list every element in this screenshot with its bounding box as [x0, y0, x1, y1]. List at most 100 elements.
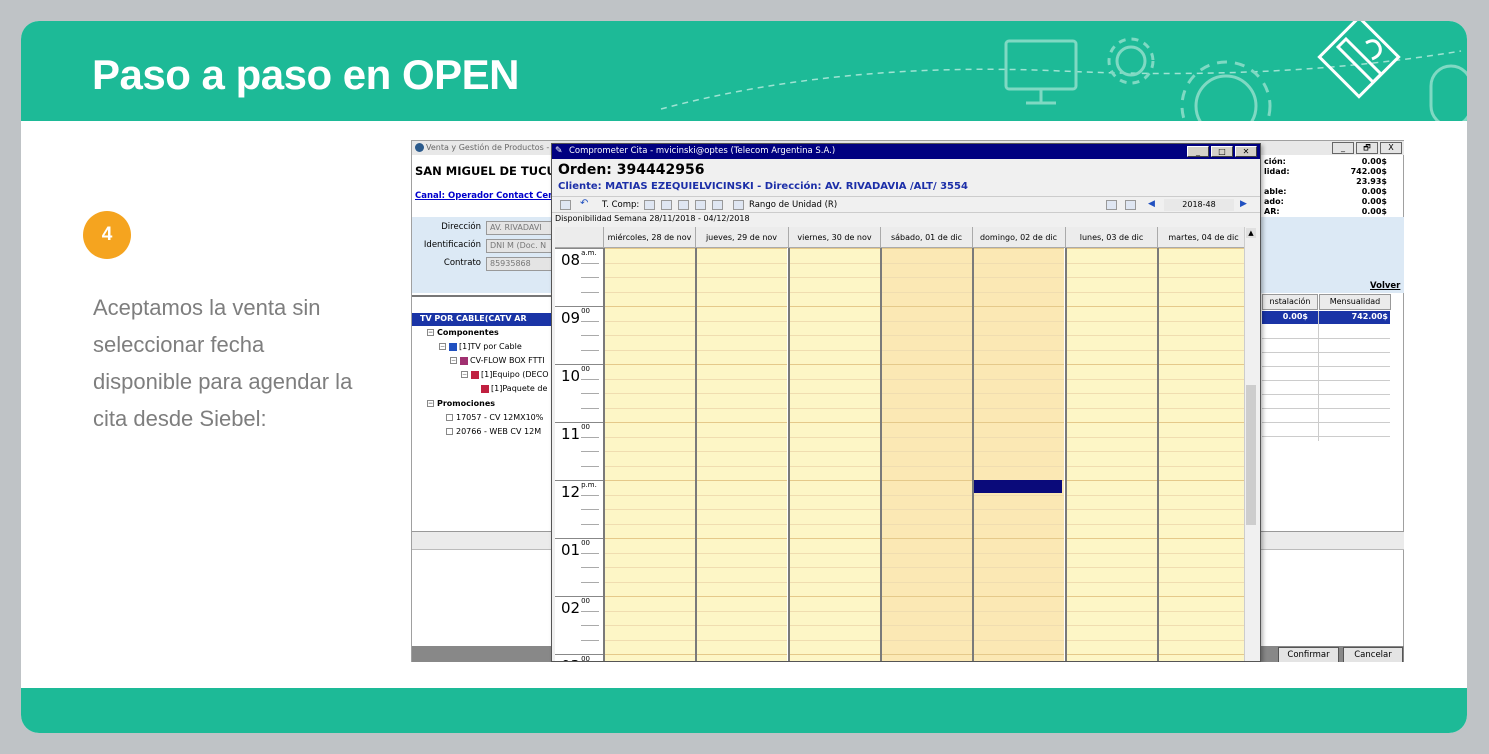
day-column[interactable]	[788, 248, 880, 661]
next-week-icon[interactable]: ▶	[1240, 199, 1247, 209]
cancel-button[interactable]: Cancelar	[1343, 647, 1403, 662]
hour-label: 0100	[561, 539, 591, 559]
grid-row[interactable]	[1262, 381, 1390, 395]
availability-range: Disponibilidad Semana 28/11/2018 - 04/12…	[552, 213, 1260, 225]
notes-icon[interactable]	[1125, 200, 1136, 210]
day-column[interactable]	[1157, 248, 1247, 661]
address-field[interactable]: AV. RIVADAVI	[486, 221, 556, 235]
dialog-title-bar: ✎ Comprometer Cita - mvicinski@optes (Te…	[552, 144, 1260, 159]
grid-row[interactable]	[1262, 339, 1390, 353]
background-title-text: Venta y Gestión de Productos -	[426, 143, 550, 152]
compress-icon[interactable]	[644, 200, 655, 210]
collapse-icon[interactable]: −	[439, 343, 446, 350]
scroll-thumb[interactable]	[1246, 385, 1256, 525]
selected-appointment-slot[interactable]	[974, 480, 1062, 493]
checkbox-icon[interactable]	[446, 414, 453, 421]
collapse-icon[interactable]: −	[427, 329, 434, 336]
list-icon[interactable]	[678, 200, 689, 210]
component-icon	[460, 356, 468, 365]
tree-item-paquete[interactable]: [1]Paquete de	[481, 384, 547, 398]
day-column[interactable]	[972, 248, 1064, 661]
day-header[interactable]: lunes, 03 de dic	[1065, 227, 1157, 248]
tree-item-componentes[interactable]: − Componentes	[427, 328, 499, 342]
checkbox-icon[interactable]	[446, 428, 453, 435]
tree-item-flow-box[interactable]: − CV-FLOW BOX FTTI	[450, 356, 545, 370]
tree-item-promo-17057[interactable]: 17057 - CV 12MX10%	[446, 413, 543, 427]
grid-selected-row[interactable]: 0.00$ 742.00$	[1262, 311, 1390, 324]
slide-header: Paso a paso en OPEN	[21, 21, 1467, 121]
calendar-header: miércoles, 28 de nov jueves, 29 de nov vie…	[555, 227, 1247, 248]
appointment-dialog: ✎ Comprometer Cita - mvicinski@optes (Te…	[551, 143, 1261, 662]
dialog-close-icon[interactable]: ✕	[1235, 146, 1257, 157]
view-icon[interactable]	[695, 200, 706, 210]
address-label: Dirección	[441, 222, 481, 232]
hour-label: 0200	[561, 597, 591, 617]
day-column[interactable]	[1065, 248, 1157, 661]
restore-icon[interactable]: 🗗	[1356, 142, 1378, 154]
dialog-toolbar: ↶ T. Comp: Rango de Unidad (R) ◀ 2018-48…	[552, 196, 1260, 213]
grid-icon[interactable]	[661, 200, 672, 210]
day-header[interactable]: domingo, 02 de dic	[972, 227, 1064, 248]
tree-item-tv-cable[interactable]: − [1]TV por Cable	[439, 342, 522, 356]
scroll-up-icon[interactable]: ▲	[1246, 228, 1256, 238]
day-header[interactable]: sábado, 01 de dic	[880, 227, 972, 248]
summary-row: able: 0.00$	[1264, 187, 1387, 196]
day-column[interactable]	[695, 248, 787, 661]
dialog-maximize-icon[interactable]: □	[1211, 146, 1233, 157]
zoom-icon[interactable]	[712, 200, 723, 210]
grid-row[interactable]	[1262, 353, 1390, 367]
day-header[interactable]: martes, 04 de dic	[1157, 227, 1247, 248]
tree-item-promo-20766[interactable]: 20766 - WEB CV 12M	[446, 427, 541, 441]
slide-footer	[21, 688, 1467, 733]
summary-row: 23.93$	[1356, 177, 1387, 186]
equipment-icon	[471, 370, 479, 379]
collapse-icon[interactable]: −	[450, 357, 457, 364]
hour-label: 08a.m.	[561, 249, 597, 269]
slide: Paso a paso en OPEN 4 Aceptamos la venta…	[21, 21, 1467, 733]
hour-label: 1000	[561, 365, 591, 385]
tree-item-promociones[interactable]: − Promociones	[427, 399, 495, 413]
calendar-scrollbar[interactable]: ▲	[1244, 227, 1256, 661]
day-column[interactable]	[603, 248, 695, 661]
collapse-icon[interactable]: −	[461, 371, 468, 378]
tree-item-label: [1]Equipo (DECO	[481, 370, 549, 379]
volver-link[interactable]: Volver	[1370, 281, 1400, 291]
minimize-icon[interactable]: _	[1332, 142, 1354, 154]
identification-field[interactable]: DNI M (Doc. N	[486, 239, 556, 253]
day-header[interactable]: viernes, 30 de nov	[788, 227, 880, 248]
tree-item-equipo[interactable]: − [1]Equipo (DECO	[461, 370, 549, 384]
package-icon	[481, 384, 489, 393]
tree-item-label: [1]Paquete de	[491, 384, 548, 393]
range-unit-button[interactable]: Rango de Unidad (R)	[749, 200, 837, 210]
day-column[interactable]	[880, 248, 972, 661]
grid-row[interactable]	[1262, 423, 1390, 437]
week-selector[interactable]: 2018-48	[1164, 199, 1234, 211]
grid-divider	[1318, 311, 1319, 441]
hour-label: 12p.m.	[561, 481, 597, 501]
hour-label: 1100	[561, 423, 591, 443]
day-header[interactable]: miércoles, 28 de nov	[603, 227, 695, 248]
collapse-icon[interactable]: −	[427, 400, 434, 407]
undo-icon[interactable]: ↶	[580, 198, 591, 209]
prev-week-icon[interactable]: ◀	[1148, 199, 1155, 209]
grid-row[interactable]	[1262, 409, 1390, 423]
grid-cell: 742.00$	[1351, 312, 1388, 321]
grid-row[interactable]	[1262, 325, 1390, 339]
close-icon[interactable]: X	[1380, 142, 1402, 154]
grid-header-instalacion[interactable]: nstalación	[1262, 294, 1318, 310]
canal-link[interactable]: Canal: Operador Contact Cent	[415, 191, 558, 201]
calendar-icon[interactable]	[1106, 200, 1117, 210]
grid-header-mensualidad[interactable]: Mensualidad	[1319, 294, 1391, 310]
day-header[interactable]: jueves, 29 de nov	[695, 227, 787, 248]
grid-row[interactable]	[1262, 395, 1390, 409]
order-number: Orden: 394442956	[558, 162, 705, 178]
range-icon[interactable]	[733, 200, 744, 210]
tree-item-label: Componentes	[437, 328, 499, 337]
contract-field[interactable]: 85935868	[486, 257, 556, 271]
edit-icon[interactable]	[560, 200, 571, 210]
grid-row[interactable]	[1262, 367, 1390, 381]
dialog-minimize-icon[interactable]: _	[1187, 146, 1209, 157]
time-column: 08a.m. 0900 1000 1100 12p.m. 0100 0200 0300	[555, 248, 603, 661]
confirm-button[interactable]: Confirmar	[1278, 647, 1339, 662]
tree-header-tv-cable[interactable]: TV POR CABLE(CATV AR	[412, 313, 557, 326]
